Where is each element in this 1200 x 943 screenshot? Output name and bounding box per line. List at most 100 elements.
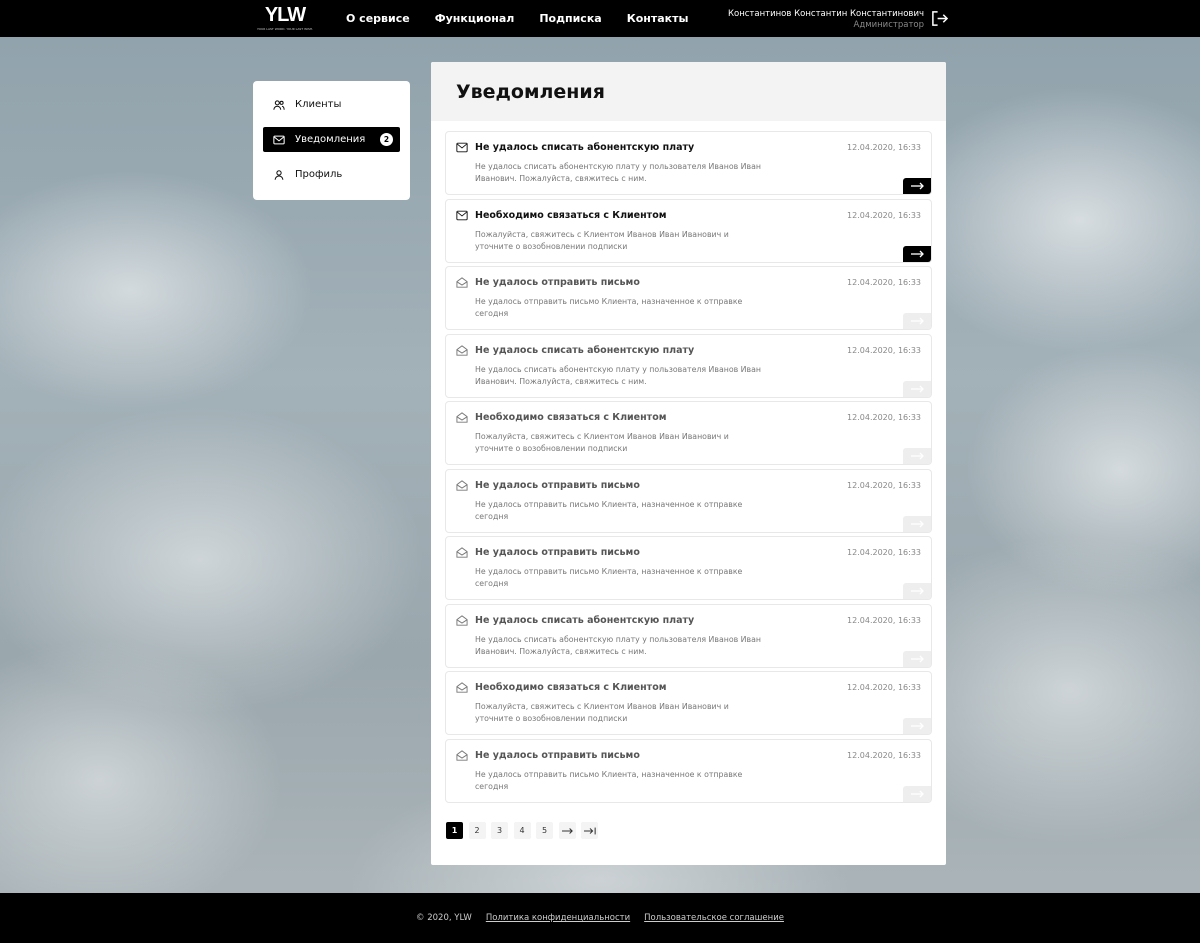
notification-item[interactable]: Не удалось списать абонентскую плату 12.0… — [445, 333, 932, 398]
notifications-panel: Уведомления Не удалось списать абонентск… — [431, 62, 946, 865]
notification-text: Пожалуйста, свяжитесь с Клиентом Иванов … — [475, 229, 729, 251]
page-4-button[interactable]: 4 — [513, 822, 531, 839]
terms-link[interactable]: Пользовательское соглашение — [644, 913, 784, 923]
notification-text: Не удалось отправить письмо Клиента, наз… — [475, 769, 743, 791]
notification-title: Не удалось списать абонентскую плату — [475, 142, 695, 153]
arrow-right-icon — [910, 250, 924, 257]
arrow-right-icon — [910, 587, 924, 595]
sidebar-item-label: Профиль — [295, 169, 343, 180]
logout-icon[interactable] — [931, 10, 948, 27]
notification-item[interactable]: Не удалось отправить письмо 12.04.2020, 1… — [445, 266, 932, 330]
open-notification-button[interactable] — [903, 448, 931, 464]
open-notification-button[interactable] — [903, 785, 931, 802]
arrow-right-icon — [910, 790, 924, 797]
nav-subscription[interactable]: Подписка — [539, 12, 601, 25]
notification-date: 12.04.2020, 16:33 — [847, 750, 921, 760]
privacy-policy-link[interactable]: Политика конфиденциальности — [486, 913, 630, 923]
sidebar: Клиенты Уведомления 2 Профиль — [253, 81, 410, 200]
open-notification-button[interactable] — [903, 583, 931, 599]
page-1-button[interactable]: 1 — [446, 822, 463, 839]
notification-date: 12.04.2020, 16:33 — [847, 548, 921, 557]
user-icon — [274, 169, 284, 180]
notification-item[interactable]: Не удалось отправить письмо 12.04.2020, 1… — [445, 536, 932, 600]
notification-title: Необходимо связаться с Клиентом — [475, 209, 667, 221]
users-icon — [273, 99, 285, 110]
ylw-logo[interactable]: YLW YOUR LAST WORD. YOUR LAST WISH. — [254, 5, 316, 33]
logo-tagline: YOUR LAST WORD. YOUR LAST WISH. — [256, 27, 314, 31]
notification-date: 12.04.2020, 16:33 — [847, 143, 921, 152]
next-page-button[interactable] — [558, 822, 576, 839]
notification-title: Не удалось списать абонентскую плату — [475, 614, 695, 626]
notification-date: 12.04.2020, 16:33 — [847, 683, 921, 692]
last-page-button[interactable] — [581, 822, 598, 839]
open-notification-button[interactable] — [903, 380, 931, 397]
mail-open-icon — [456, 749, 468, 761]
notification-title: Не удалось отправить письмо — [475, 749, 640, 761]
notification-item[interactable]: Не удалось отправить письмо 12.04.2020, 1… — [445, 738, 932, 803]
notification-item[interactable]: Не удалось отправить письмо 12.04.2020, 1… — [445, 468, 932, 533]
arrow-right-icon — [910, 722, 924, 730]
open-notification-button[interactable] — [903, 515, 931, 532]
notification-text: Не удалось отправить письмо Клиента, наз… — [475, 499, 743, 521]
mail-open-icon — [456, 682, 468, 693]
notification-list: Не удалось списать абонентскую плату 12.0… — [445, 131, 932, 806]
notification-text: Не удалось отправить письмо Клиента, наз… — [475, 297, 743, 318]
main-nav: О сервисе Функционал Подписка Контакты — [346, 0, 713, 37]
notification-title: Необходимо связаться с Клиентом — [475, 682, 667, 693]
notification-item[interactable]: Необходимо связаться с Клиентом 12.04.202… — [445, 671, 932, 735]
arrow-right-icon — [561, 827, 573, 834]
mail-open-icon — [456, 412, 468, 423]
notification-date: 12.04.2020, 16:33 — [847, 413, 921, 422]
open-notification-button[interactable] — [903, 245, 931, 262]
arrow-right-icon — [910, 182, 924, 190]
notification-text: Пожалуйста, свяжитесь с Клиентом Иванов … — [475, 432, 729, 453]
notification-text: Не удалось списать абонентскую плату у п… — [475, 162, 761, 183]
nav-contacts[interactable]: Контакты — [627, 12, 689, 25]
sidebar-item-profile[interactable]: Профиль — [263, 162, 400, 187]
notification-title: Не удалось отправить письмо — [475, 277, 640, 288]
page-3-button[interactable]: 3 — [491, 822, 508, 839]
nav-about[interactable]: О сервисе — [346, 12, 410, 25]
copyright: © 2020, YLW — [416, 913, 472, 923]
sidebar-item-clients[interactable]: Клиенты — [263, 92, 400, 117]
mail-icon — [456, 142, 468, 153]
mail-open-icon — [456, 479, 468, 491]
arrow-right-icon — [910, 317, 924, 325]
notification-text: Не удалось отправить письмо Клиента, наз… — [475, 567, 743, 588]
page-title: Уведомления — [456, 80, 605, 103]
mail-icon — [456, 210, 468, 220]
open-notification-button[interactable] — [903, 178, 931, 194]
arrow-right-icon — [910, 385, 924, 392]
open-notification-button[interactable] — [903, 650, 931, 667]
open-notification-button[interactable] — [903, 718, 931, 734]
arrow-right-to-bar-icon — [583, 827, 596, 834]
notification-date: 12.04.2020, 16:33 — [847, 615, 921, 625]
notification-date: 12.04.2020, 16:33 — [847, 210, 921, 220]
mail-open-icon — [456, 547, 468, 558]
pagination: 1 2 3 4 5 — [446, 822, 604, 839]
top-header: YLW YOUR LAST WORD. YOUR LAST WISH. О се… — [0, 0, 1200, 37]
user-name: Константинов Константин Константинович — [727, 9, 924, 19]
sidebar-item-label: Клиенты — [295, 99, 342, 110]
notification-item[interactable]: Не удалось списать абонентскую плату 12.0… — [445, 603, 932, 668]
notification-title: Не удалось отправить письмо — [475, 547, 640, 558]
logo-text: YLW — [264, 4, 306, 26]
notification-count-badge: 2 — [380, 133, 393, 146]
sidebar-item-notifications[interactable]: Уведомления 2 — [263, 127, 400, 152]
page-5-button[interactable]: 5 — [536, 822, 553, 839]
mail-open-icon — [456, 614, 468, 626]
notification-item[interactable]: Не удалось списать абонентскую плату 12.0… — [445, 131, 932, 195]
arrow-right-icon — [910, 655, 924, 662]
notification-item[interactable]: Необходимо связаться с Клиентом 12.04.202… — [445, 198, 932, 263]
notification-title: Не удалось списать абонентскую плату — [475, 344, 695, 356]
arrow-right-icon — [910, 452, 924, 460]
open-notification-button[interactable] — [903, 313, 931, 329]
footer: © 2020, YLW Политика конфиденциальности … — [0, 893, 1200, 943]
notification-date: 12.04.2020, 16:33 — [847, 345, 921, 355]
page-2-button[interactable]: 2 — [468, 822, 486, 839]
notification-date: 12.04.2020, 16:33 — [847, 278, 921, 287]
notification-item[interactable]: Необходимо связаться с Клиентом 12.04.202… — [445, 401, 932, 465]
notification-title: Не удалось отправить письмо — [475, 479, 640, 491]
mail-open-icon — [456, 277, 468, 288]
nav-features[interactable]: Функционал — [435, 12, 515, 25]
